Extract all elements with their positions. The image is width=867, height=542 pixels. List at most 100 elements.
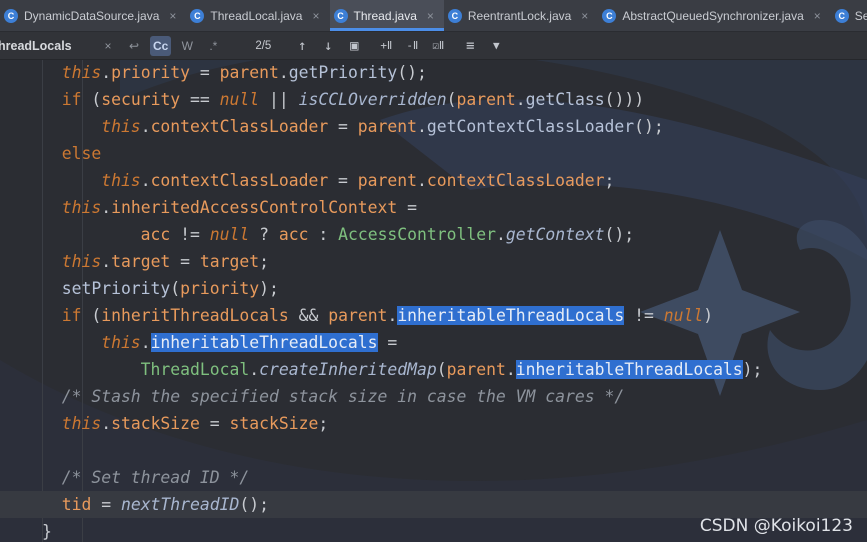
tab-label: ThreadLocal.java [210,8,303,23]
code-token: . [101,198,112,217]
tab-abstractqueuedsynchronizer-java[interactable]: C AbstractQueuedSynchronizer.java × [598,0,830,31]
regex-button[interactable]: .* [203,36,223,56]
tab-thread-java[interactable]: C Thread.java × [329,0,445,31]
class-c-icon: C [834,8,849,23]
code-token: . [417,117,427,136]
code-line: /* Stash the specified stack size in cas… [0,383,867,410]
code-line: this.priority = parent.getPriority(); [0,60,867,86]
code-token: parent [456,90,516,109]
add-occurrence-icon[interactable]: +Ⅱ [373,39,399,52]
tab-label: Semapho [854,8,867,23]
code-token: ); [259,279,279,298]
code-token: parent [328,306,388,325]
code-token: (); [239,495,269,514]
code-token: priority [111,63,191,82]
code-token: ())) [604,90,645,109]
code-token: . [101,63,112,82]
remove-occurrence-icon[interactable]: -Ⅱ [399,39,425,52]
code-token: inheritThreadLocals [101,306,289,325]
code-token: ( [81,306,102,325]
tab-label: ReentrantLock.java [467,8,572,23]
code-token: = [377,333,398,352]
code-line: if (inheritThreadLocals && parent.inheri… [0,302,867,329]
csdn-watermark: CSDN @Koikoi123 [699,516,853,536]
code-line: acc != null ? acc : AccessController.get… [0,221,867,248]
code-token: stackSize [111,414,200,433]
code-token: . [140,117,151,136]
class-c-icon: C [602,8,617,23]
code-token: && [288,306,329,325]
code-token: parent [446,360,506,379]
close-icon[interactable]: × [169,9,176,23]
code-token: != [624,306,664,325]
replace-toggle-icon[interactable]: ↩ [124,36,144,56]
code-token: : [308,225,339,244]
code-line: ThreadLocal.createInheritedMap(parent.in… [0,356,867,383]
search-match-highlight: inheritableThreadLocals [515,360,743,379]
code-token: this [42,414,102,433]
filter-icon[interactable]: ▼ [483,39,509,52]
code-token: . [140,171,151,190]
code-line: /* Set thread ID */ [0,464,867,491]
code-editor[interactable]: this.priority = parent.getPriority(); if… [0,60,867,542]
select-all-matches-icon[interactable]: ▣ [341,38,367,54]
code-token: else [42,144,102,163]
code-token: contextClassLoader [150,117,329,136]
whole-words-button[interactable]: W [177,36,197,56]
code-token: ThreadLocal [42,360,250,379]
code-token: . [249,360,260,379]
code-token: = [170,252,200,271]
code-token: = [91,495,121,514]
next-occurrence-icon[interactable]: ↓ [315,38,341,54]
clear-search-button[interactable]: × [98,36,118,56]
code-token: (); [604,225,635,244]
tab-semapho[interactable]: C Semapho [831,0,867,31]
tab-label: Thread.java [353,8,417,23]
code-token: . [515,90,526,109]
code-token: getPriority [288,63,398,82]
code-token: . [387,306,398,325]
code-token: tid [42,495,92,514]
match-case-button[interactable]: Cc [150,35,172,56]
code-token: == [180,90,220,109]
close-icon[interactable]: × [312,9,319,23]
search-input[interactable] [0,35,86,56]
code-token: null [219,90,260,109]
tab-dynamicdatasource-java[interactable]: C DynamicDataSource.java × [0,0,186,31]
close-icon[interactable]: × [427,9,434,23]
select-all-occurrences-icon[interactable]: ☑Ⅱ [425,39,451,52]
code-token: ( [446,90,457,109]
code-token: createInheritedMap [259,360,437,379]
code-token: parent [357,117,418,136]
code-token: . [495,225,506,244]
code-comment: /* Set thread ID */ [42,468,250,487]
code-token: ) [703,306,714,325]
tab-threadlocal-java[interactable]: C ThreadLocal.java × [186,0,329,31]
code-token: null [209,225,250,244]
code-line: this.stackSize = stackSize; [0,410,867,437]
code-token: getContextClassLoader [426,117,635,136]
code-token: . [101,414,112,433]
code-token: inheritedAccessControlContext [111,198,398,217]
code-token: if [42,90,82,109]
code-token: security [101,90,181,109]
filter-lines-icon[interactable]: ≡ [457,38,483,54]
code-token: this [42,63,102,82]
code-token: isCCLOverridden [298,90,447,109]
code-token: } [42,522,52,541]
code-token: this [42,252,102,271]
tab-label: AbstractQueuedSynchronizer.java [622,8,804,23]
close-icon[interactable]: × [581,9,588,23]
code-line: if (security == null || isCCLOverridden(… [0,86,867,113]
code-line: else [0,140,867,167]
close-icon[interactable]: × [814,9,821,23]
code-token: parent [219,63,279,82]
code-token: this [42,198,102,217]
class-c-icon: C [333,8,348,23]
code-token: . [278,63,289,82]
code-line: this.inheritedAccessControlContext = [0,194,867,221]
previous-occurrence-icon[interactable]: ↑ [289,38,315,54]
code-token: null [663,306,704,325]
tab-reentrantlock-java[interactable]: C ReentrantLock.java × [444,0,598,31]
